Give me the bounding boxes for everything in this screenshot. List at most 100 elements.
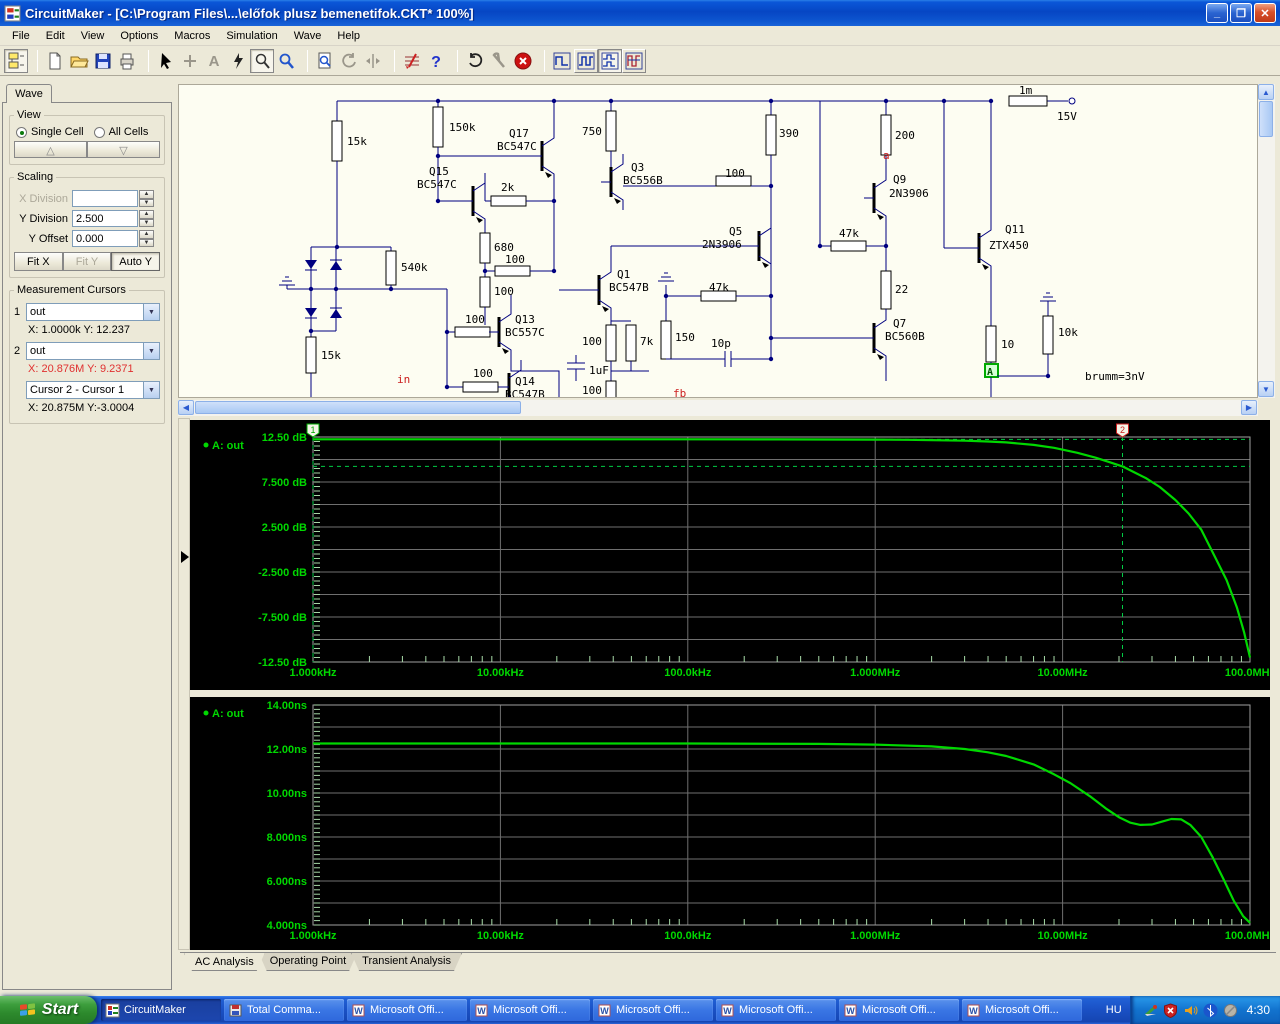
- scroll-left-icon[interactable]: ◀: [178, 400, 194, 415]
- start-button[interactable]: Start: [0, 996, 97, 1024]
- task-word[interactable]: W Microsoft Offi...: [716, 999, 836, 1021]
- tab-operating-point[interactable]: Operating Point: [259, 953, 357, 971]
- vscroll-thumb[interactable]: [1259, 101, 1273, 137]
- view-group-label: View: [17, 109, 41, 121]
- y-offset-input[interactable]: [72, 230, 138, 247]
- task-word[interactable]: W Microsoft Offi...: [347, 999, 467, 1021]
- schematic-canvas[interactable]: 15k 150k Q17 BC547C Q15 BC547C 2k 680 100 540k 100…: [178, 84, 1258, 398]
- menu-edit[interactable]: Edit: [38, 28, 73, 44]
- tab-transient-analysis[interactable]: Transient Analysis: [351, 953, 462, 971]
- run-probe-button[interactable]: [226, 49, 250, 73]
- auto-y-button[interactable]: Auto Y: [111, 252, 161, 271]
- scope-params-button[interactable]: [622, 48, 646, 73]
- y-division-input[interactable]: [72, 210, 138, 227]
- add-part-button[interactable]: [178, 49, 202, 73]
- chevron-down-icon[interactable]: ▼: [143, 343, 159, 359]
- svg-text:100.0kHz: 100.0kHz: [664, 667, 712, 679]
- task-word[interactable]: W Microsoft Offi...: [593, 999, 713, 1021]
- ac-delay-plot[interactable]: 14.00ns 12.00ns 10.00ns 8.000ns 6.000ns 4.000…: [190, 697, 1276, 950]
- graph-splitter[interactable]: [178, 418, 190, 950]
- svg-text:15k: 15k: [347, 135, 367, 148]
- close-button[interactable]: ✕: [1254, 3, 1276, 23]
- svg-text:150k: 150k: [449, 121, 476, 134]
- svg-text:100: 100: [473, 367, 493, 380]
- svg-text:10.00kHz: 10.00kHz: [477, 930, 525, 942]
- print-button[interactable]: [115, 49, 139, 73]
- menu-wave[interactable]: Wave: [286, 28, 330, 44]
- language-indicator[interactable]: HU: [1098, 1004, 1130, 1016]
- text-tool-button[interactable]: A: [202, 49, 226, 73]
- cursor-tool-button[interactable]: [154, 49, 178, 73]
- y-offset-spinner[interactable]: ▲ ▼: [139, 230, 154, 247]
- fit-x-button[interactable]: Fit X: [14, 252, 63, 271]
- svg-text:Q17: Q17: [509, 127, 529, 140]
- cursor1-signal-select[interactable]: out ▼: [26, 303, 160, 321]
- menu-view[interactable]: View: [73, 28, 113, 44]
- scroll-right-icon[interactable]: ▶: [1241, 400, 1257, 415]
- sim-settings-button[interactable]: [400, 49, 424, 73]
- menu-file[interactable]: File: [4, 28, 38, 44]
- help-button[interactable]: ?: [424, 49, 448, 73]
- scope-mixed-button[interactable]: [598, 48, 622, 73]
- cell-down-button[interactable]: ▽: [87, 141, 160, 158]
- rotate-button[interactable]: [337, 49, 361, 73]
- x-division-spinner[interactable]: ▲ ▼: [139, 190, 154, 207]
- scope-analog-button[interactable]: [574, 48, 598, 73]
- zoom-page-button[interactable]: [313, 49, 337, 73]
- hscroll-thumb[interactable]: [195, 401, 521, 414]
- task-circuitmaker[interactable]: CircuitMaker: [101, 999, 221, 1021]
- svg-text:7k: 7k: [640, 335, 654, 348]
- security-shield-icon[interactable]: [1163, 1002, 1178, 1018]
- scroll-up-icon[interactable]: ▲: [1258, 84, 1274, 100]
- cell-up-button[interactable]: △: [14, 141, 87, 158]
- zoom-tool-button[interactable]: [274, 49, 298, 73]
- menu-help[interactable]: Help: [329, 28, 368, 44]
- tab-ac-analysis[interactable]: AC Analysis: [184, 953, 265, 971]
- save-file-button[interactable]: [91, 49, 115, 73]
- menu-macros[interactable]: Macros: [166, 28, 218, 44]
- task-word[interactable]: W Microsoft Offi...: [470, 999, 590, 1021]
- single-cell-label: Single Cell: [31, 126, 84, 138]
- browse-parts-button[interactable]: [4, 48, 28, 73]
- ac-gain-plot[interactable]: 1 2 12.50 dB 7.500 dB 2.500 dB -2.500 dB -7.50…: [190, 420, 1276, 690]
- cursor-diff-readout: X: 20.875M Y:-3.0004: [28, 402, 135, 414]
- tablet-pen-icon[interactable]: [1143, 1003, 1158, 1018]
- svg-text:1: 1: [310, 425, 315, 435]
- bluetooth-icon[interactable]: [1203, 1003, 1218, 1018]
- task-word[interactable]: W Microsoft Offi...: [839, 999, 959, 1021]
- menu-simulation[interactable]: Simulation: [218, 28, 285, 44]
- cursor2-signal-select[interactable]: out ▼: [26, 342, 160, 360]
- mouse-icon[interactable]: [1223, 1003, 1238, 1018]
- minimize-button[interactable]: _: [1206, 3, 1228, 23]
- task-totalcmd[interactable]: Total Comma...: [224, 999, 344, 1021]
- chevron-down-icon[interactable]: ▼: [143, 382, 159, 398]
- volume-icon[interactable]: [1183, 1003, 1198, 1018]
- maximize-button[interactable]: ❐: [1230, 3, 1252, 23]
- svg-text:47k: 47k: [709, 281, 729, 294]
- waveform-panel: 1 2 12.50 dB 7.500 dB 2.500 dB -2.500 dB -7.50…: [176, 418, 1280, 996]
- svg-text:100: 100: [582, 335, 602, 348]
- svg-text:BC547B: BC547B: [609, 281, 649, 294]
- tab-wave[interactable]: Wave: [6, 84, 52, 103]
- open-file-button[interactable]: [67, 49, 91, 73]
- single-cell-radio[interactable]: [16, 126, 27, 138]
- reset-button[interactable]: [463, 49, 487, 73]
- cursor-diff-select[interactable]: Cursor 2 - Cursor 1 ▼: [26, 381, 160, 399]
- new-file-button[interactable]: [43, 49, 67, 73]
- x-division-input[interactable]: [72, 190, 138, 207]
- task-word[interactable]: W Microsoft Offi...: [962, 999, 1082, 1021]
- stop-sim-button[interactable]: [511, 49, 535, 73]
- chevron-down-icon[interactable]: ▼: [143, 304, 159, 320]
- fit-y-button[interactable]: Fit Y: [62, 252, 112, 271]
- scroll-down-icon[interactable]: ▼: [1258, 381, 1274, 397]
- tools-button[interactable]: [487, 49, 511, 73]
- schematic-vertical-scrollbar[interactable]: ▲ ▼: [1258, 84, 1275, 398]
- y-division-spinner[interactable]: ▲ ▼: [139, 210, 154, 227]
- svg-text:brumm=3nV: brumm=3nV: [1085, 370, 1145, 383]
- all-cells-radio[interactable]: [93, 126, 105, 138]
- schematic-horizontal-scrollbar[interactable]: ◀ ▶: [178, 400, 1258, 416]
- probe-tool-button[interactable]: [250, 48, 274, 73]
- scope-digital-button[interactable]: [550, 49, 574, 73]
- menu-options[interactable]: Options: [112, 28, 166, 44]
- split-view-button[interactable]: [361, 49, 385, 73]
